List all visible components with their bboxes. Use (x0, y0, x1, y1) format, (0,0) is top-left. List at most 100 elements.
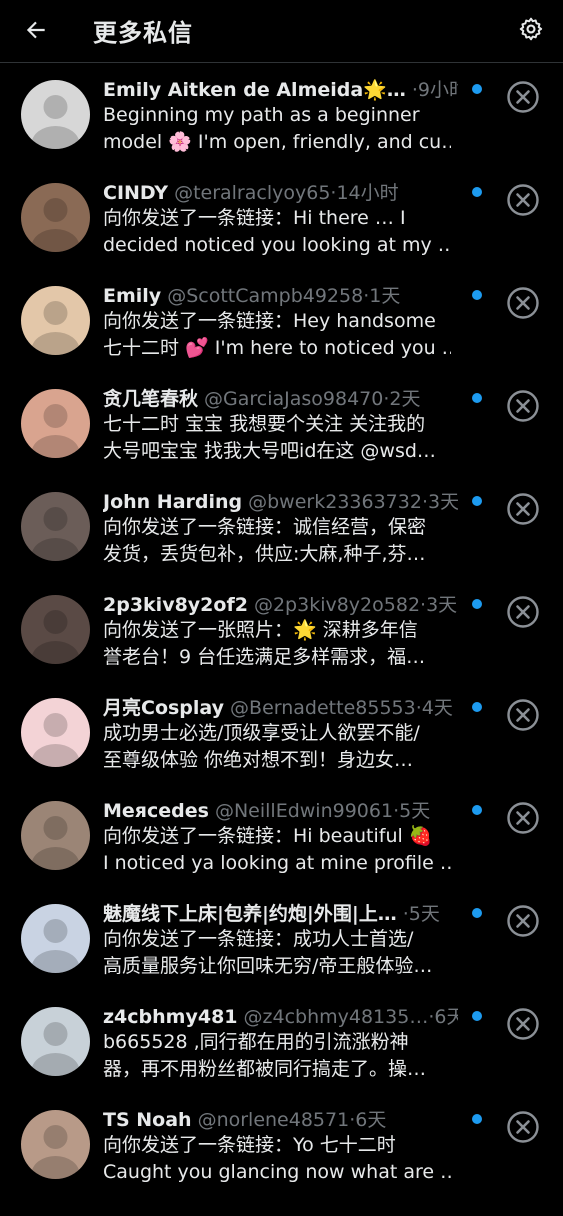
avatar[interactable] (21, 492, 90, 561)
conversation-row[interactable]: Emily @ScottCampb49258·1天 向你发送了一条链接：Hey h… (0, 269, 563, 372)
message-preview-line: 向你发送了一条链接：Hey handsome (103, 310, 436, 332)
avatar[interactable] (21, 1110, 90, 1179)
dismiss-button[interactable] (506, 698, 540, 732)
sender-name: 月亮Cosplay (103, 697, 225, 719)
message-preview: 向你发送了一条链接：诚信经营，保密 发货，丢货包补，供应:大麻,种子,芬… (103, 514, 451, 568)
conversation-header: Meяcedes @NeillEdwin99061·5天 (103, 798, 458, 824)
message-time: ·6天 (428, 1006, 458, 1028)
conversation-row[interactable]: 2p3kiv8y2of2 @2p3kiv8y2o582·3天 向你发送了一张照片：… (0, 578, 563, 681)
unread-dot (472, 84, 482, 94)
sender-name: 贪几笔春秋 (103, 388, 199, 410)
sender-name: 魅魔线下上床|包养|约炮|外围|上… (103, 903, 397, 925)
sender-name: Meяcedes (103, 800, 209, 822)
avatar[interactable] (21, 698, 90, 767)
dismiss-button[interactable] (506, 1110, 540, 1144)
dismiss-button[interactable] (506, 183, 540, 217)
back-button[interactable] (18, 12, 54, 48)
sender-name: Emily (103, 285, 162, 307)
sender-handle: @teralraclyoy65 (174, 182, 331, 204)
message-preview-line: 誉老台！9 台任选满足多样需求，福… (103, 646, 426, 668)
message-preview-line: 向你发送了一张照片：🌟 深耕多年信 (103, 619, 418, 641)
dismiss-button[interactable] (506, 492, 540, 526)
unread-dot (472, 805, 482, 815)
conversation-header: 月亮Cosplay @Bernadette85553·4天 (103, 695, 458, 721)
message-preview-line: 发货，丢货包补，供应:大麻,种子,芬… (103, 543, 426, 565)
unread-dot (472, 599, 482, 609)
close-circle-icon (507, 905, 539, 937)
conversation-header: 魅魔线下上床|包养|约炮|外围|上… ·5天 (103, 901, 458, 927)
message-time: ·3天 (421, 491, 458, 513)
message-preview: 向你发送了一条链接：Hi there … I decided noticed y… (103, 205, 451, 259)
dismiss-button[interactable] (506, 904, 540, 938)
dismiss-button[interactable] (506, 595, 540, 629)
conversation-row[interactable]: CINDY @teralraclyoy65·14小时 向你发送了一条链接：Hi t… (0, 166, 563, 269)
message-time: ·2天 (383, 388, 421, 410)
message-time: ·5天 (402, 903, 440, 925)
message-preview: Beginning my path as a beginner model 🌸 … (103, 102, 451, 156)
partial-conversation-row[interactable] (0, 1196, 563, 1216)
conversation-list: Emily Aitken de Almeida🌟…·9小时 Beginning … (0, 63, 563, 1216)
dismiss-button[interactable] (506, 801, 540, 835)
message-preview-line: 成功男士必选/顶级享受让人欲罢不能/ (103, 722, 420, 744)
close-circle-icon (507, 287, 539, 319)
message-preview-line: 七十二时 💕 I'm here to noticed you … (103, 337, 451, 359)
conversation-row[interactable]: 贪几笔春秋 @GarciaJaso98470·2天 七十二时 宝宝 我想要个关注 … (0, 372, 563, 475)
unread-dot (472, 1114, 482, 1124)
message-preview-line: Caught you glancing now what are … (103, 1161, 451, 1183)
conversation-row[interactable]: z4cbhmy481 @z4cbhmy48135…·6天 b665528 ,同行都… (0, 990, 563, 1093)
gear-icon (519, 17, 543, 41)
close-circle-icon (507, 1111, 539, 1143)
dismiss-button[interactable] (506, 1007, 540, 1041)
avatar[interactable] (21, 1007, 90, 1076)
dismiss-button[interactable] (506, 286, 540, 320)
conversation-header: TS Noah @norlene48571·6天 (103, 1107, 458, 1133)
sender-handle: @2p3kiv8y2o582 (253, 594, 421, 616)
message-preview-line: 高质量服务让你回味无穷/帝王般体验… (103, 955, 433, 977)
avatar[interactable] (21, 389, 90, 458)
unread-dot (472, 187, 482, 197)
message-preview-line: 向你发送了一条链接：成功人士首选/ (103, 928, 414, 950)
message-preview-line: I noticed ya looking at mine profile … (103, 852, 451, 874)
message-preview-line: Beginning my path as a beginner (103, 104, 420, 126)
dismiss-button[interactable] (506, 80, 540, 114)
message-time: ·6天 (349, 1109, 387, 1131)
message-preview-line: 大号吧宝宝 找我大号吧id在这 @wsd… (103, 440, 436, 462)
conversation-header: CINDY @teralraclyoy65·14小时 (103, 180, 458, 206)
unread-dot (472, 702, 482, 712)
message-preview-line: 向你发送了一条链接：Yo 七十二时 (103, 1134, 396, 1156)
message-preview-line: 向你发送了一条链接：诚信经营，保密 (103, 516, 427, 538)
sender-handle: @z4cbhmy48135… (243, 1006, 429, 1028)
unread-dot (472, 393, 482, 403)
avatar[interactable] (21, 286, 90, 355)
message-time: ·1天 (363, 285, 401, 307)
avatar[interactable] (21, 801, 90, 870)
conversation-row[interactable]: Meяcedes @NeillEdwin99061·5天 向你发送了一条链接：Hi… (0, 784, 563, 887)
sender-handle: @norlene48571 (197, 1109, 350, 1131)
sender-handle: @bwerk23363732 (248, 491, 422, 513)
conversation-row[interactable]: John Harding @bwerk23363732·3天 向你发送了一条链接：… (0, 475, 563, 578)
message-preview-line: 向你发送了一条链接：Hi beautiful 🍓 (103, 825, 433, 847)
conversation-row[interactable]: TS Noah @norlene48571·6天 向你发送了一条链接：Yo 七十二… (0, 1093, 563, 1196)
conversation-header: Emily @ScottCampb49258·1天 (103, 283, 458, 309)
avatar[interactable] (21, 80, 90, 149)
conversation-row[interactable]: 魅魔线下上床|包养|约炮|外围|上… ·5天 向你发送了一条链接：成功人士首选/ … (0, 887, 563, 990)
settings-button[interactable] (511, 9, 551, 49)
dismiss-button[interactable] (506, 389, 540, 423)
message-preview-line: model 🌸 I'm open, friendly, and cu… (103, 131, 451, 153)
conversation-row[interactable]: Emily Aitken de Almeida🌟…·9小时 Beginning … (0, 63, 563, 166)
message-preview: b665528 ,同行都在用的引流涨粉神 器，再不用粉丝都被同行搞走了。操… (103, 1029, 451, 1083)
sender-handle: @NeillEdwin99061 (214, 800, 394, 822)
back-arrow-icon (26, 21, 45, 39)
avatar[interactable] (21, 595, 90, 664)
message-preview: 向你发送了一条链接：成功人士首选/ 高质量服务让你回味无穷/帝王般体验… (103, 926, 451, 980)
message-preview-line: 至尊级体验 你绝对想不到！身边女… (103, 749, 414, 771)
conversation-row[interactable]: 月亮Cosplay @Bernadette85553·4天 成功男士必选/顶级享受… (0, 681, 563, 784)
close-circle-icon (507, 596, 539, 628)
conversation-header: 2p3kiv8y2of2 @2p3kiv8y2o582·3天 (103, 592, 458, 618)
message-time: ·3天 (420, 594, 458, 616)
avatar[interactable] (21, 904, 90, 973)
message-preview: 成功男士必选/顶级享受让人欲罢不能/ 至尊级体验 你绝对想不到！身边女… (103, 720, 451, 774)
avatar[interactable] (21, 183, 90, 252)
conversation-header: John Harding @bwerk23363732·3天 (103, 489, 458, 515)
message-preview: 七十二时 宝宝 我想要个关注 关注我的 大号吧宝宝 找我大号吧id在这 @wsd… (103, 411, 451, 465)
